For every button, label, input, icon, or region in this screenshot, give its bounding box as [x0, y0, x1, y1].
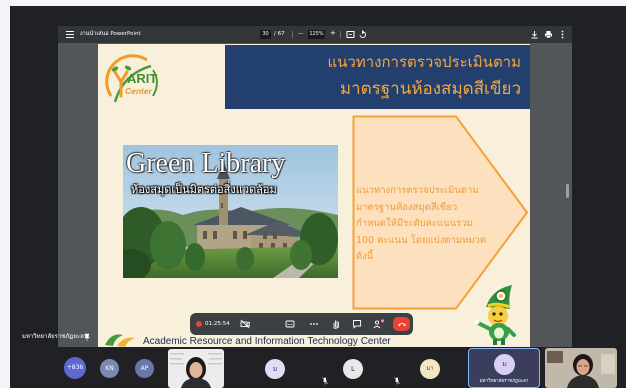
more-participants-avatar[interactable]: +836 [64, 357, 86, 379]
menu-icon[interactable] [66, 31, 74, 38]
pdf-toolbar: งานนำเสนอ PowerPoint 30 / 67 — 125% + [58, 26, 572, 43]
participant-video-feed [545, 348, 617, 388]
fit-page-icon[interactable] [346, 30, 355, 39]
more-vert-icon[interactable] [560, 30, 565, 39]
callout-line: ดังนี้ [356, 251, 374, 262]
chat-icon[interactable] [352, 319, 362, 329]
slide-title-box: แนวทางการตรวจประเมินตาม มาตรฐานห้องสมุดส… [225, 45, 530, 109]
toolbar-divider [340, 31, 341, 38]
image-title: Green Library [126, 148, 286, 179]
participant-avatar[interactable]: AP [135, 359, 154, 378]
raise-hand-icon[interactable] [331, 319, 341, 329]
slide-title-line: มาตรฐานห้องสมุดสีเขียว [339, 79, 521, 99]
participant-avatar[interactable]: KN [100, 359, 119, 378]
record-icon [196, 321, 202, 327]
footer-organization: Academic Resource and Information Techno… [143, 336, 391, 347]
print-icon[interactable] [544, 30, 553, 39]
captions-icon[interactable] [285, 319, 295, 329]
mic-off-icon [394, 377, 400, 385]
logo-name: ARIT [127, 71, 157, 86]
participant-video-tile[interactable] [168, 349, 224, 388]
participant-video-feed [168, 349, 224, 388]
more-horiz-icon[interactable] [309, 319, 319, 329]
hang-up-icon [397, 323, 406, 327]
participant-avatar[interactable]: มา [420, 359, 440, 379]
slide-page: ARIT Center แนวทางการตรวจประเมินตาม มาตร… [98, 44, 530, 347]
participants-icon[interactable] [373, 319, 385, 329]
arrow-callout: แนวทางการตรวจประเมินตาม มาตรฐานห้องสมุดส… [352, 115, 529, 310]
toolbar-divider [292, 31, 293, 38]
screen: งานนำเสนอ PowerPoint 30 / 67 — 125% + AR… [0, 0, 626, 388]
pin-icon[interactable] [84, 333, 90, 341]
call-controls-bar: 01:25:54 [190, 313, 413, 335]
participant-avatar[interactable]: L [343, 359, 363, 379]
document-title: งานนำเสนอ PowerPoint [80, 31, 141, 37]
active-speaker-name: มหาวิทยาลัยราชภัฏยะลา [479, 379, 529, 384]
camera-off-icon[interactable] [240, 319, 250, 329]
callout-line: 100 คะแนน โดยแบ่งตามหมวด [356, 234, 487, 246]
zoom-out-button[interactable]: — [298, 31, 304, 38]
mic-off-icon [322, 377, 328, 385]
active-speaker-tile[interactable]: ม มหาวิทยาลัยราชภัฏยะลา [468, 348, 540, 388]
arit-center-logo: ARIT Center [105, 54, 158, 103]
callout-line: กำหนดให้มีระดับคะแนนรวม [356, 218, 473, 229]
mascot-illustration [474, 285, 516, 345]
active-speaker-avatar: ม [494, 354, 515, 375]
pdf-viewer: งานนำเสนอ PowerPoint 30 / 67 — 125% + AR… [58, 26, 572, 347]
green-library-image: Green Library ห้องสมุดเป็นมิตรต่อสิ่งแวด… [123, 145, 338, 278]
callout-line: แนวทางการตรวจประเมินตาม [356, 185, 479, 196]
arrow-callout-text: แนวทางการตรวจประเมินตาม มาตรฐานห้องสมุดส… [356, 183, 487, 266]
zoom-in-button[interactable]: + [330, 30, 336, 37]
callout-line: มาตรฐานห้องสมุดสีเขียว [356, 201, 458, 213]
participant-avatar[interactable]: ม [265, 359, 285, 379]
footer-leaf-logo [105, 334, 135, 347]
slide-title-line: แนวทางการตรวจประเมินตาม [327, 53, 521, 71]
meeting-timer: 01:25:54 [205, 321, 230, 327]
participant-video-tile[interactable] [545, 348, 617, 388]
hang-up-button[interactable] [393, 317, 410, 331]
zoom-level-input[interactable]: 125% [308, 30, 325, 39]
page-total: / 67 [274, 31, 285, 37]
pdf-scrollbar-thumb[interactable] [566, 184, 569, 198]
image-subtitle: ห้องสมุดเป็นมิตรต่อสิ่งแวดล้อม [131, 183, 277, 196]
page-number-input[interactable]: 30 [260, 30, 271, 39]
logo-subtitle: Center [125, 86, 153, 96]
download-icon[interactable] [530, 30, 539, 39]
rotate-icon[interactable] [358, 30, 367, 39]
presenter-name: มหาวิทยาลัยราชภัฏยะลา [22, 333, 88, 340]
